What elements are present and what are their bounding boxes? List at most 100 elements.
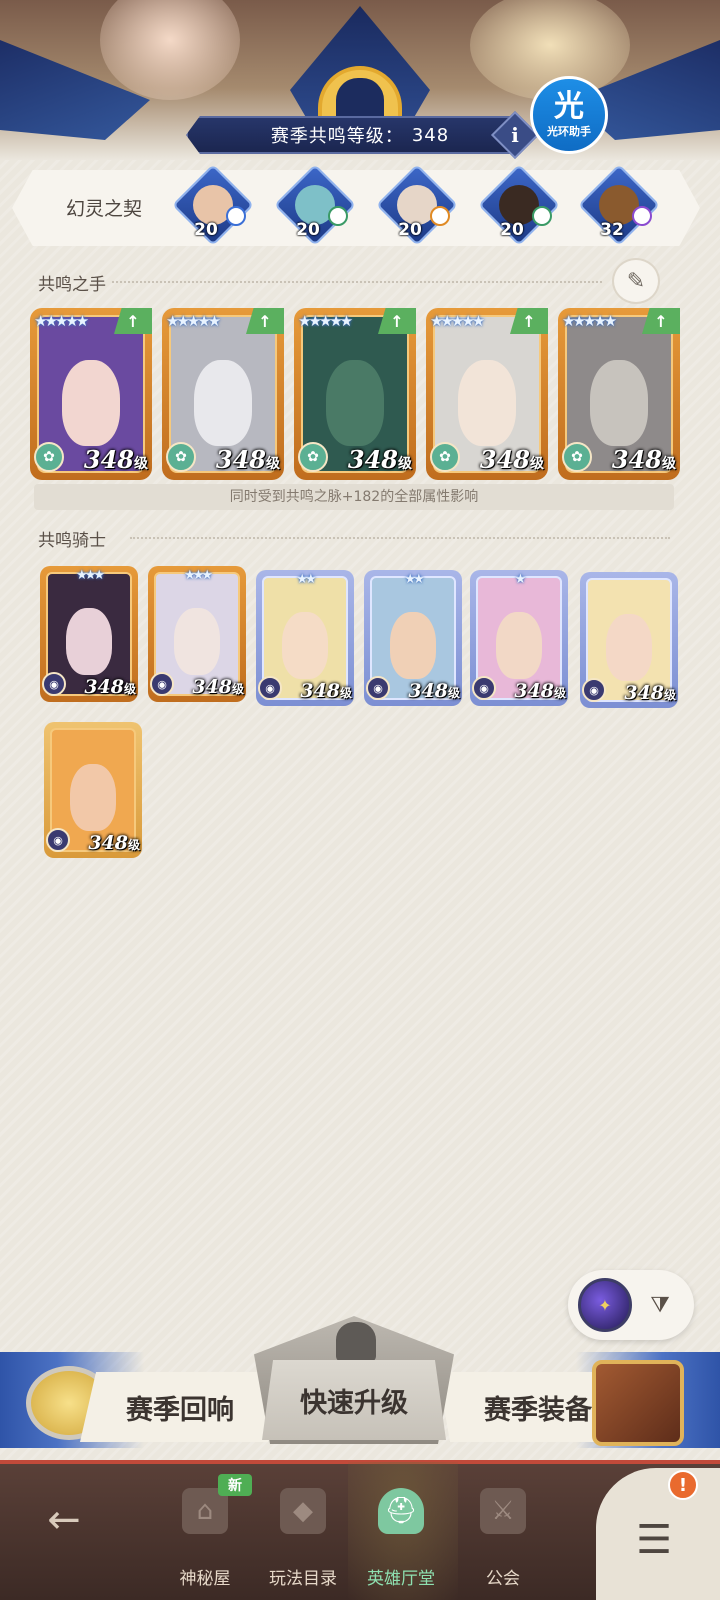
element-icon: ◉: [42, 672, 66, 696]
upgrade-arrow-icon: ↑: [378, 308, 416, 334]
hand-hero-card[interactable]: ★★★★★ ↑ ✿ 348级: [294, 308, 416, 480]
hero-level: 348级: [300, 680, 352, 702]
banner-glow: [100, 0, 240, 100]
contract-title: 幻灵之契: [66, 198, 143, 220]
contract-level: 20: [398, 220, 422, 240]
contract-item[interactable]: 20: [273, 163, 357, 247]
hero-face: [193, 360, 253, 447]
knight-hero-card[interactable]: ★★ ◉ 348级: [256, 570, 354, 706]
season-level-value: 348: [411, 124, 450, 146]
hero-face: [66, 607, 112, 675]
nav-label: 神秘屋: [179, 1569, 231, 1589]
element-icon: ✿: [298, 442, 328, 472]
star-rating: ★★★★★: [562, 312, 617, 330]
season-echo-button[interactable]: 赛季回响: [80, 1372, 280, 1442]
season-level-bar: 赛季共鸣等级： 348: [186, 116, 534, 154]
contract-item[interactable]: 32: [577, 163, 661, 247]
new-badge: 新: [218, 1474, 252, 1496]
hero-level: 348级: [88, 832, 140, 854]
back-arrow-icon[interactable]: ←: [36, 1497, 92, 1543]
nav-label: 公会: [486, 1569, 520, 1589]
hero-level: 348级: [192, 676, 244, 698]
knight-hero-card[interactable]: ★★ ◉ 348级: [364, 570, 462, 706]
nav-item-hero-hall[interactable]: ⛑ 英雄厅堂: [356, 1470, 446, 1594]
section-title-knights: 共鸣骑士: [38, 531, 106, 551]
knight-hero-card[interactable]: ★★★ ◉ 348级: [40, 566, 138, 702]
hand-hero-card[interactable]: ★★★★★ ↑ ✿ 348级: [426, 308, 548, 480]
hero-face: [325, 360, 385, 447]
element-icon: ◉: [150, 672, 174, 696]
hero-level: 348级: [624, 682, 676, 704]
contract-level: 20: [194, 220, 218, 240]
element-icon: ✿: [166, 442, 196, 472]
element-icon: [226, 206, 246, 226]
hero-face: [390, 611, 436, 679]
hero-level: 348级: [479, 445, 544, 474]
knight-hero-card[interactable]: ◉ 348级: [580, 572, 678, 708]
element-icon: ◉: [258, 676, 282, 700]
helper-logo-glyph: 光: [554, 89, 584, 124]
sword-icon: [592, 1360, 684, 1446]
contract-item[interactable]: 20: [171, 163, 255, 247]
hero-level: 348级: [84, 676, 136, 698]
feather-icon[interactable]: ✎: [612, 258, 660, 304]
element-filter-orb-icon[interactable]: ✦: [578, 1278, 632, 1332]
hand-hero-card[interactable]: ★★★★★ ↑ ✿ 348级: [162, 308, 284, 480]
helper-label: 光环助手: [547, 125, 591, 138]
section-divider: [130, 537, 670, 539]
star-rating: ★★: [404, 572, 424, 587]
hand-hero-card[interactable]: ★★★★★ ↑ ✿ 348级: [558, 308, 680, 480]
section-divider: [112, 281, 602, 283]
contract-item[interactable]: 20: [375, 163, 459, 247]
star-rating: ★: [514, 572, 527, 587]
hero-face: [606, 613, 652, 681]
nav-label: 玩法目录: [269, 1569, 337, 1589]
catalog-icon: ◆: [280, 1488, 326, 1534]
knight-hero-card[interactable]: ◉ 348级: [44, 722, 142, 858]
hero-face: [61, 360, 121, 447]
contract-item[interactable]: 20: [477, 163, 561, 247]
star-rating: ★★★★★: [166, 312, 221, 330]
star-rating: ★★★★★: [34, 312, 89, 330]
nav-item-guild[interactable]: ⚔ 公会: [458, 1470, 548, 1594]
hero-level: 348级: [83, 445, 148, 474]
star-rating: ★★★: [184, 568, 213, 583]
knight-hero-card[interactable]: ★★★ ◉ 348级: [148, 566, 246, 702]
element-icon: [632, 206, 652, 226]
hero-level: 348级: [408, 680, 460, 702]
element-icon: ✿: [34, 442, 64, 472]
quick-upgrade-button[interactable]: 快速升级: [262, 1360, 446, 1440]
helmet-icon: [336, 1322, 376, 1362]
hero-level: 348级: [611, 445, 676, 474]
hero-level: 348级: [215, 445, 280, 474]
crossed-swords-icon: ⚔: [480, 1488, 526, 1534]
upgrade-arrow-icon: ↑: [642, 308, 680, 334]
hand-hero-card[interactable]: ★★★★★ ↑ ✿ 348级: [30, 308, 152, 480]
element-icon: ◉: [582, 678, 606, 702]
hero-helmet-icon: ⛑: [378, 1488, 424, 1534]
hero-face: [457, 360, 517, 447]
filter-icon[interactable]: ⧩: [640, 1288, 680, 1322]
nav-label: 英雄厅堂: [367, 1569, 435, 1589]
section-title-hands: 共鸣之手: [38, 275, 106, 295]
hands-note: 同时受到共鸣之脉+182的全部属性影响: [34, 484, 674, 510]
contract-level: 20: [500, 220, 524, 240]
nav-item-gameplay-catalog[interactable]: ◆ 玩法目录: [258, 1470, 348, 1594]
star-rating: ★★★★★: [298, 312, 353, 330]
element-icon: [430, 206, 450, 226]
contract-level: 32: [600, 220, 624, 240]
hero-face: [496, 611, 542, 679]
helper-badge[interactable]: 光 光环助手: [530, 76, 608, 154]
element-icon: ◉: [366, 676, 390, 700]
alert-badge: !: [668, 1470, 698, 1500]
season-level-label: 赛季共鸣等级：: [270, 126, 404, 147]
knight-hero-card[interactable]: ★ ◉ 348级: [470, 570, 568, 706]
hero-level: 348级: [514, 680, 566, 702]
star-rating: ★★★: [76, 568, 105, 583]
hero-face: [70, 763, 116, 831]
info-icon: i: [511, 123, 519, 147]
element-icon: ◉: [46, 828, 70, 852]
menu-icon: ☰: [636, 1517, 672, 1563]
upgrade-arrow-icon: ↑: [114, 308, 152, 334]
contract-level: 20: [296, 220, 320, 240]
